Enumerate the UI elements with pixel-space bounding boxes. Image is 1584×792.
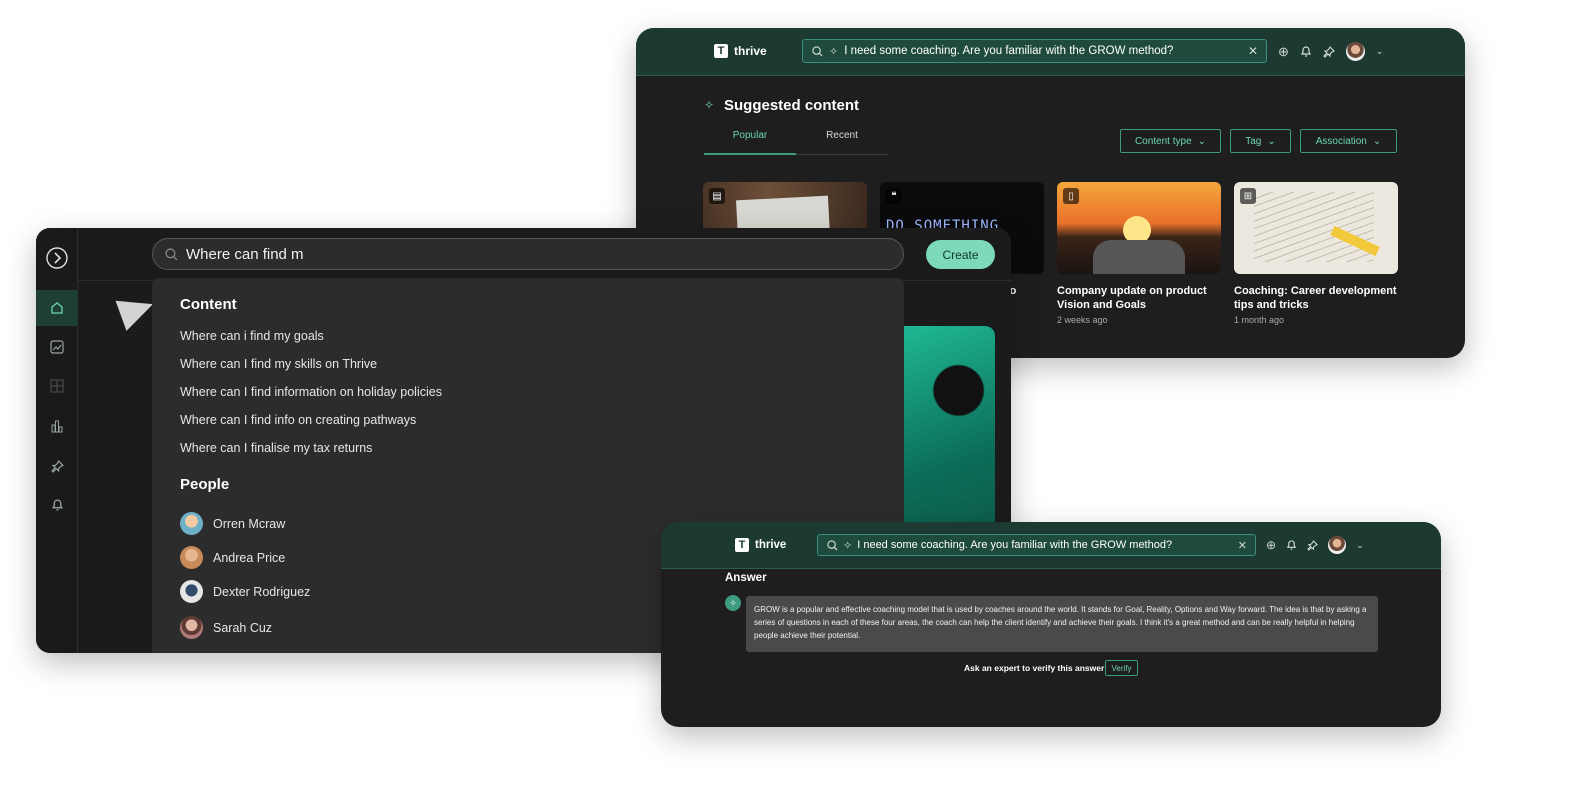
person-item[interactable]: Sarah Cuz	[180, 616, 272, 639]
search-icon	[811, 45, 823, 57]
logo-mark: T	[735, 538, 749, 552]
clear-icon[interactable]: ✕	[1248, 44, 1258, 58]
growth-icon[interactable]	[36, 329, 78, 365]
filter-tag[interactable]: Tag ⌄	[1230, 129, 1291, 153]
person-name: Sarah Cuz	[213, 620, 273, 635]
verify-button[interactable]: Verify	[1105, 660, 1138, 676]
person-item[interactable]: Dexter Rodriguez	[180, 580, 310, 603]
verify-prompt: Ask an expert to verify this answer	[964, 663, 1105, 673]
answer-box: GROW is a popular and effective coaching…	[746, 596, 1378, 652]
person-name: Orren Mcraw	[213, 516, 286, 531]
grid-icon[interactable]	[36, 368, 78, 404]
tab-popular[interactable]: Popular	[704, 130, 796, 155]
suggestion-item[interactable]: Where can i find my goals	[180, 329, 324, 343]
suggestion-item[interactable]: Where can I find info on creating pathwa…	[180, 413, 416, 427]
brand-name: thrive	[755, 539, 787, 551]
person-name: Dexter Rodriguez	[213, 584, 311, 599]
section-title: Suggested content	[724, 97, 860, 114]
chevron-down-icon: ⌄	[1267, 135, 1276, 147]
sidebar	[36, 228, 78, 653]
quote-icon: ❝	[886, 188, 902, 204]
search-bar[interactable]: ✧ I need some coaching. Are you familiar…	[817, 534, 1256, 556]
id-icon: ⊞	[1240, 188, 1256, 204]
avatar	[180, 546, 203, 569]
content-card-image[interactable]: ▯	[1057, 182, 1221, 274]
chevron-down-icon: ⌄	[1372, 135, 1382, 147]
filter-association[interactable]: Association ⌄	[1300, 129, 1397, 153]
clear-icon[interactable]: ✕	[1238, 539, 1247, 552]
home-icon[interactable]	[36, 290, 78, 326]
chevron-right-icon[interactable]	[36, 240, 78, 276]
pin-icon[interactable]	[36, 448, 78, 484]
people-heading: People	[180, 476, 230, 493]
card-title[interactable]: Coaching: Career development tips and tr…	[1234, 284, 1398, 312]
search-query: I need some coaching. Are you familiar w…	[844, 45, 1174, 57]
card-meta: 1 month ago	[1234, 315, 1285, 325]
tab-recent[interactable]: Recent	[796, 130, 888, 155]
filter-label: Tag	[1245, 135, 1262, 147]
person-item[interactable]: Orren Mcraw	[180, 512, 285, 535]
add-icon[interactable]: ⊕	[1266, 538, 1276, 552]
suggestion-item[interactable]: Where can I find information on holiday …	[180, 385, 442, 399]
document-icon: ▯	[1063, 188, 1079, 204]
search-query: I need some coaching. Are you familiar w…	[857, 539, 1173, 551]
verify-label: Verify	[1111, 663, 1132, 673]
ai-sparkle-icon: ✧	[725, 595, 741, 611]
chevron-down-icon: ⌄	[1197, 135, 1207, 147]
person-name: Andrea Price	[213, 550, 286, 565]
filter-label: Content type	[1134, 135, 1192, 147]
top-bar: T thrive ✧ I need some coaching. Are you…	[661, 522, 1441, 569]
brand-name: thrive	[734, 44, 767, 58]
create-label: Create	[942, 247, 979, 262]
suggestion-item[interactable]: Where can I finalise my tax returns	[180, 441, 372, 455]
bell-icon[interactable]	[1300, 45, 1312, 58]
create-button[interactable]: Create	[926, 240, 995, 269]
answer-text: GROW is a popular and effective coaching…	[754, 605, 1367, 640]
sparkle-icon: ✧	[829, 45, 839, 58]
pin-icon[interactable]	[1323, 45, 1335, 58]
bell-icon[interactable]	[1286, 539, 1297, 551]
card-meta: 2 weeks ago	[1057, 315, 1108, 325]
answer-heading: Answer	[725, 572, 767, 584]
add-icon[interactable]: ⊕	[1278, 44, 1289, 60]
film-icon: ▤	[709, 188, 725, 204]
answer-window: T thrive ✧ I need some coaching. Are you…	[661, 522, 1441, 727]
avatar	[180, 580, 203, 603]
search-value: Where can find m	[186, 245, 304, 263]
filter-label: Association	[1315, 135, 1367, 147]
search-input[interactable]: Where can find m	[152, 238, 904, 270]
avatar[interactable]	[1345, 42, 1365, 61]
logo-mark: T	[714, 44, 728, 58]
bell-icon[interactable]	[36, 487, 78, 523]
sparkle-icon: ✧	[704, 98, 715, 112]
chevron-down-icon[interactable]: ⌄	[1356, 540, 1364, 551]
content-card-image[interactable]: ⊞	[1234, 182, 1398, 274]
thrive-logo[interactable]: T thrive	[714, 44, 767, 58]
chevron-down-icon[interactable]: ⌄	[1376, 46, 1384, 57]
search-icon	[165, 247, 178, 261]
person-item[interactable]: Andrea Price	[180, 546, 285, 569]
pin-icon[interactable]	[1307, 539, 1318, 551]
avatar	[180, 512, 203, 535]
search-bar[interactable]: ✧ I need some coaching. Are you familiar…	[802, 39, 1267, 63]
tab-label: Popular	[732, 130, 768, 141]
avatar[interactable]	[1328, 536, 1347, 554]
search-icon	[826, 539, 838, 551]
content-heading: Content	[180, 296, 237, 313]
thrive-logo[interactable]: T thrive	[735, 538, 786, 552]
card-title[interactable]: Company update on product Vision and Goa…	[1057, 284, 1221, 312]
top-bar: T thrive ✧ I need some coaching. Are you…	[636, 28, 1465, 76]
suggestion-item[interactable]: Where can I find my skills on Thrive	[180, 357, 377, 371]
bar-chart-icon[interactable]	[36, 408, 78, 444]
avatar	[180, 616, 203, 639]
tab-label: Recent	[826, 130, 858, 141]
filter-content-type[interactable]: Content type ⌄	[1120, 129, 1221, 153]
sparkle-icon: ✧	[843, 539, 853, 552]
